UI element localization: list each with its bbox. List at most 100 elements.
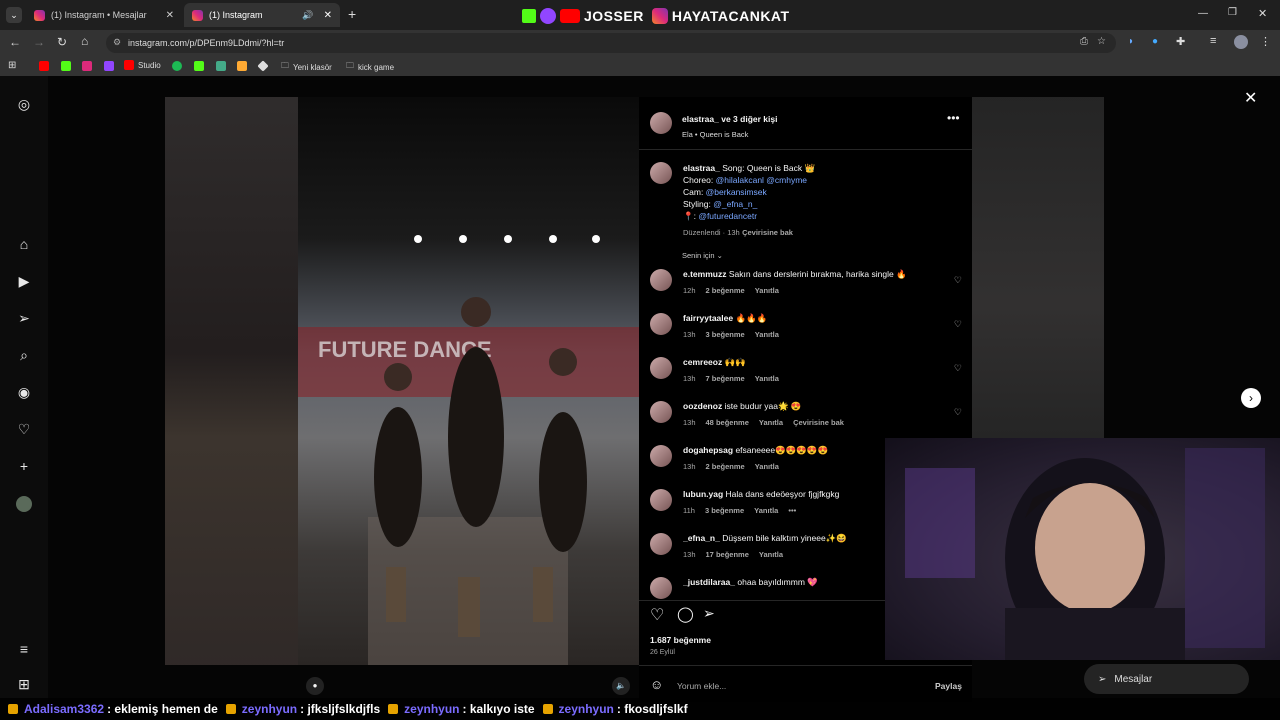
- mention-link[interactable]: @berkansimsek: [706, 187, 767, 197]
- menu-icon[interactable]: ⋮: [1260, 35, 1271, 48]
- apps-icon[interactable]: ⊞: [8, 60, 16, 71]
- commenter-username[interactable]: e.temmuzz: [683, 269, 726, 279]
- likes-count[interactable]: 1.687 beğenme: [650, 635, 711, 645]
- extension-icon[interactable]: ◗: [1128, 36, 1134, 47]
- commenter-username[interactable]: fairryytaalee: [683, 313, 733, 323]
- commenter-username[interactable]: oozdenoz: [683, 401, 722, 411]
- reply-link[interactable]: Yanıtla: [759, 418, 783, 427]
- close-modal-icon[interactable]: ✕: [1244, 88, 1257, 108]
- notifications-icon[interactable]: ♡: [16, 421, 32, 437]
- header-collab[interactable]: ve 3 diğer kişi: [719, 114, 777, 124]
- caption-avatar[interactable]: [650, 162, 672, 184]
- share-icon[interactable]: ➢: [703, 605, 715, 622]
- profile-avatar[interactable]: [16, 496, 32, 512]
- reply-link[interactable]: Yanıtla: [755, 286, 779, 295]
- comment-like-icon[interactable]: ♡: [954, 319, 962, 330]
- commenter-avatar[interactable]: [650, 269, 672, 291]
- commenter-username[interactable]: _efna_n_: [683, 533, 720, 543]
- messages-widget[interactable]: ➢ Mesajlar: [1084, 664, 1249, 694]
- more-menu-icon[interactable]: ≡: [16, 641, 32, 657]
- extension-icon[interactable]: ●: [1152, 36, 1158, 47]
- comment-extra[interactable]: •••: [788, 506, 796, 515]
- close-window-button[interactable]: ✕: [1258, 7, 1267, 20]
- new-tab-button[interactable]: +: [348, 6, 356, 22]
- reel-video[interactable]: FUTURE DANCE 👤: [298, 97, 639, 665]
- translate-link[interactable]: Çevirisine bak: [742, 228, 793, 237]
- back-icon[interactable]: ←: [9, 35, 21, 49]
- bookmark-folder-kick[interactable]: 🗀 kick game: [346, 60, 394, 74]
- bookmark-icon[interactable]: [257, 60, 269, 72]
- reply-link[interactable]: Yanıtla: [759, 550, 783, 559]
- tab-instagram[interactable]: (1) Instagram 🔊 ✕: [184, 3, 340, 27]
- instagram-logo-icon[interactable]: ◎: [16, 96, 32, 112]
- forward-icon[interactable]: →: [33, 35, 45, 49]
- emoji-icon[interactable]: ☺: [650, 677, 663, 692]
- create-icon[interactable]: +: [16, 458, 32, 474]
- comment-likes[interactable]: 2 beğenme: [706, 462, 745, 471]
- install-icon[interactable]: ⎙: [1080, 36, 1088, 47]
- puzzle-icon[interactable]: ✚: [1176, 35, 1185, 48]
- bookmark-icon[interactable]: [237, 61, 247, 71]
- youtube-icon[interactable]: [39, 61, 49, 71]
- twitch-icon[interactable]: [104, 61, 114, 71]
- commenter-avatar[interactable]: [650, 357, 672, 379]
- commenter-avatar[interactable]: [650, 533, 672, 555]
- commenter-username[interactable]: _justdilaraa_: [683, 577, 735, 587]
- spotify-icon[interactable]: [172, 61, 182, 71]
- reply-link[interactable]: Yanıtla: [755, 462, 779, 471]
- site-info-icon[interactable]: ⚙: [113, 37, 121, 48]
- mention-link[interactable]: @hilalakcanl @cmhyme: [716, 175, 807, 185]
- kick-icon[interactable]: [194, 61, 204, 71]
- comment-likes[interactable]: 3 beğenme: [705, 506, 744, 515]
- bookmark-icon[interactable]: [216, 61, 226, 71]
- media-icon[interactable]: ≡: [1210, 35, 1216, 47]
- reply-link[interactable]: Yanıtla: [754, 506, 778, 515]
- comment-likes[interactable]: 17 beğenme: [706, 550, 749, 559]
- reply-link[interactable]: Yanıtla: [755, 374, 779, 383]
- bookmark-folder-yeni[interactable]: 🗀 Yeni klasör: [281, 60, 332, 74]
- comment-sort-dropdown[interactable]: Senin için ⌄: [682, 251, 723, 260]
- search-icon[interactable]: ⌕: [16, 347, 32, 363]
- speaker-icon[interactable]: 🔊: [302, 10, 313, 21]
- mention-link[interactable]: @futuredancetr: [698, 211, 757, 221]
- comment-icon[interactable]: ◯: [677, 605, 694, 623]
- comment-input[interactable]: Yorum ekle...: [677, 681, 726, 691]
- bookmark-star-icon[interactable]: ☆: [1097, 36, 1106, 47]
- commenter-username[interactable]: dogahepsag: [683, 445, 733, 455]
- messages-icon[interactable]: ➢: [16, 310, 32, 326]
- comment-likes[interactable]: 7 beğenme: [706, 374, 745, 383]
- comment-like-icon[interactable]: ♡: [954, 363, 962, 374]
- close-icon[interactable]: ✕: [166, 10, 174, 21]
- reply-link[interactable]: Yanıtla: [755, 330, 779, 339]
- commenter-avatar[interactable]: [650, 489, 672, 511]
- comment-likes[interactable]: 2 beğenme: [706, 286, 745, 295]
- reload-icon[interactable]: ↻: [57, 35, 67, 49]
- mute-icon[interactable]: 🔈: [612, 677, 630, 695]
- mention-link[interactable]: @_efna_n_: [713, 199, 757, 209]
- tab-list-icon[interactable]: ⌄: [6, 7, 22, 23]
- comment-extra[interactable]: Çevirisine bak: [793, 418, 844, 427]
- reels-icon[interactable]: ▶: [16, 273, 32, 289]
- instagram-icon[interactable]: [82, 61, 92, 71]
- post-comment-button[interactable]: Paylaş: [935, 681, 962, 691]
- author-avatar[interactable]: [650, 112, 672, 134]
- commenter-avatar[interactable]: [650, 445, 672, 467]
- commenter-username[interactable]: lubun.yag: [683, 489, 723, 499]
- home-icon[interactable]: ⌂: [81, 34, 88, 48]
- bookmark-studio[interactable]: Studio: [124, 60, 161, 70]
- like-icon[interactable]: ♡: [650, 605, 664, 625]
- profile-icon[interactable]: [1234, 35, 1248, 49]
- explore-icon[interactable]: ◉: [16, 384, 32, 400]
- commenter-avatar[interactable]: [650, 577, 672, 599]
- minimize-button[interactable]: —: [1198, 8, 1208, 19]
- url-bar[interactable]: ⚙ instagram.com/p/DPEnm9LDdmi/?hl=tr ⎙ ☆: [106, 33, 1116, 53]
- header-subtitle[interactable]: Ela • Queen is Back: [682, 130, 777, 139]
- comment-likes[interactable]: 3 beğenme: [706, 330, 745, 339]
- kick-icon[interactable]: [61, 61, 71, 71]
- user-tag-icon[interactable]: ●: [306, 677, 324, 695]
- tab-messages[interactable]: (1) Instagram • Mesajlar ✕: [26, 3, 182, 27]
- comment-likes[interactable]: 48 beğenme: [706, 418, 749, 427]
- commenter-avatar[interactable]: [650, 401, 672, 423]
- close-icon[interactable]: ✕: [324, 10, 332, 21]
- comment-like-icon[interactable]: ♡: [954, 275, 962, 286]
